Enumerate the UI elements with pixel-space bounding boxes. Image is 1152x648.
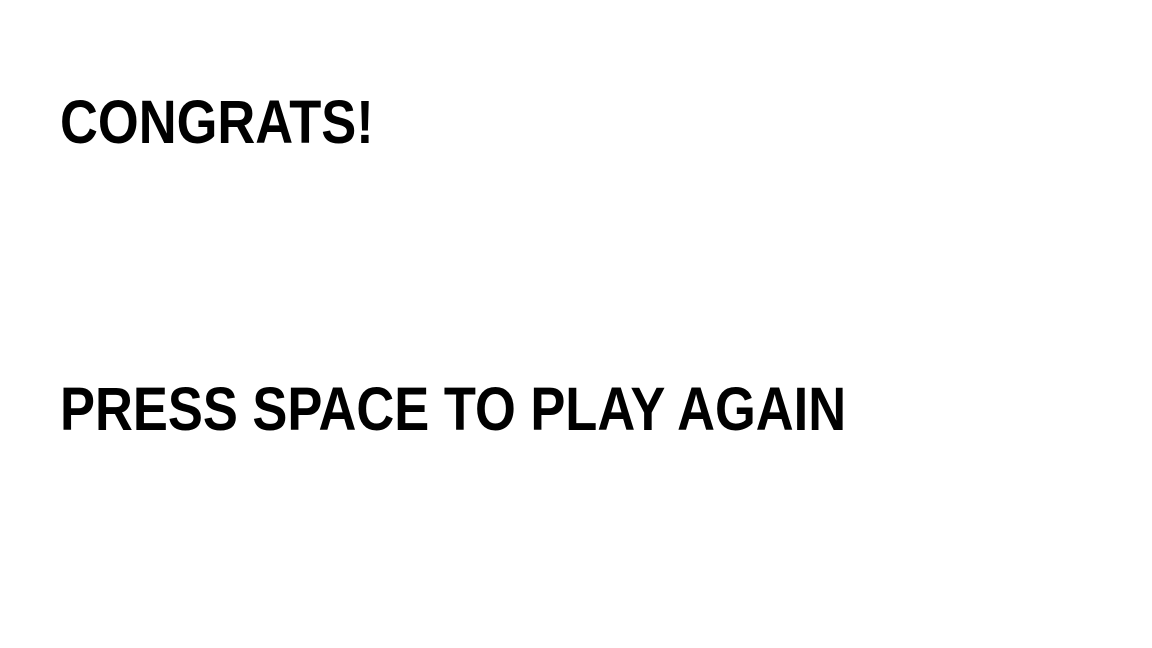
congrats-title: CONGRATS! [60,88,374,156]
play-again-prompt: PRESS SPACE TO PLAY AGAIN [60,375,847,443]
